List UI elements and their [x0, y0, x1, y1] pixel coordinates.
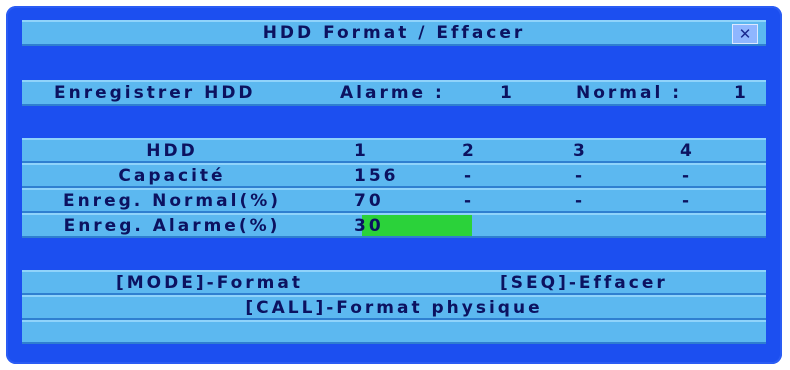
- format-action[interactable]: [MODE]-Format: [116, 272, 303, 293]
- table-row[interactable]: Capacité 156 - - -: [22, 163, 766, 188]
- alarm-value: 1: [500, 83, 515, 103]
- normal-label: Normal :: [576, 83, 683, 103]
- column-header-2: 2: [462, 140, 477, 161]
- hdd-column-header: HDD: [146, 140, 198, 161]
- record-hdd-label: Enregistrer HDD: [54, 83, 256, 103]
- erase-action[interactable]: [SEQ]-Effacer: [500, 272, 668, 293]
- table-header-row: HDD 1 2 3 4: [22, 138, 766, 163]
- normal-value: 1: [734, 83, 749, 103]
- physical-format-action[interactable]: [CALL]-Format physique: [22, 297, 766, 318]
- column-header-1: 1: [354, 140, 369, 161]
- capacity-label: Capacité: [118, 165, 226, 186]
- close-icon[interactable]: ✕: [732, 24, 758, 44]
- normal-percent-hdd-4: -: [682, 190, 693, 211]
- table-row[interactable]: Enreg. Normal(%) 70 - - -: [22, 188, 766, 213]
- alarm-percent-hdd-1[interactable]: 30: [354, 215, 384, 236]
- capacity-hdd-4: -: [682, 165, 693, 186]
- status-bar: [22, 320, 766, 344]
- alarm-label: Alarme :: [340, 83, 445, 103]
- hdd-format-dialog: HDD Format / Effacer ✕ Enregistrer HDD A…: [6, 6, 782, 364]
- dialog-title: HDD Format / Effacer: [262, 23, 526, 43]
- column-header-4: 4: [680, 140, 695, 161]
- capacity-hdd-3: -: [575, 165, 586, 186]
- actions-row: [MODE]-Format [SEQ]-Effacer: [22, 270, 766, 295]
- alarm-percent-label: Enreg. Alarme(%): [63, 215, 281, 236]
- title-bar: HDD Format / Effacer ✕: [22, 20, 766, 46]
- column-header-3: 3: [573, 140, 588, 161]
- normal-percent-hdd-1: 70: [354, 190, 384, 211]
- actions-row: [CALL]-Format physique: [22, 295, 766, 320]
- normal-percent-hdd-3: -: [575, 190, 586, 211]
- record-hdd-row: Enregistrer HDD Alarme : 1 Normal : 1: [22, 80, 766, 106]
- capacity-hdd-2: -: [464, 165, 475, 186]
- normal-percent-label: Enreg. Normal(%): [62, 190, 282, 211]
- table-row[interactable]: Enreg. Alarme(%) 30: [22, 213, 766, 238]
- normal-percent-hdd-2: -: [464, 190, 475, 211]
- capacity-hdd-1: 156: [354, 165, 399, 186]
